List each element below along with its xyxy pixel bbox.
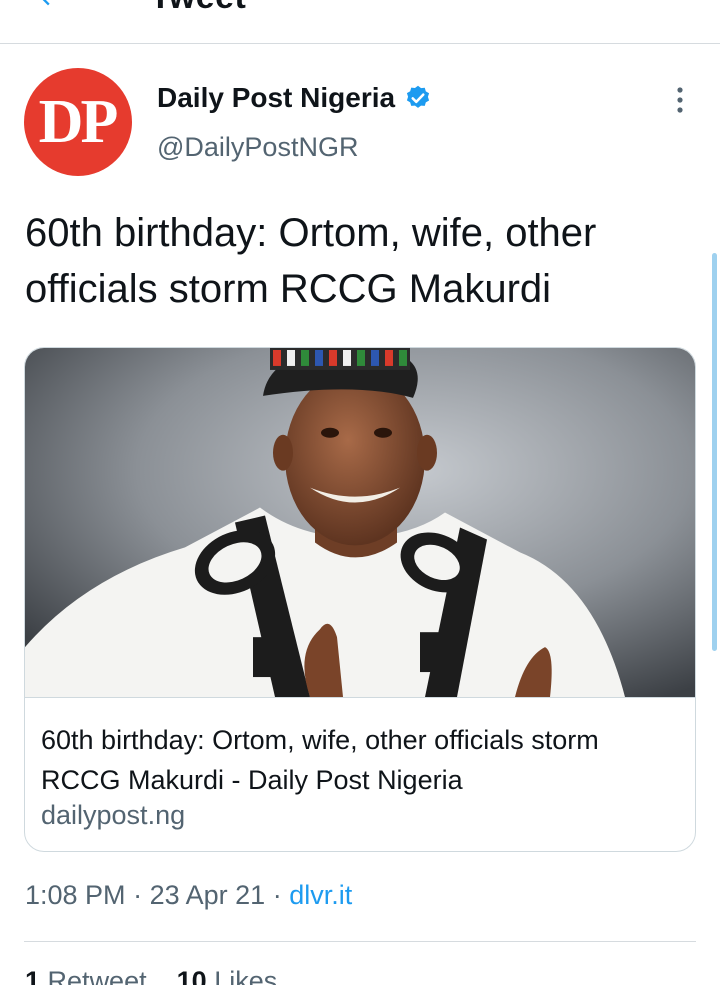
engagement-stats: 1 Retweet 10 Likes	[25, 966, 277, 985]
scrollbar[interactable]	[712, 253, 717, 651]
avatar[interactable]: DP	[24, 68, 132, 176]
tweet-metadata: 1:08 PM · 23 Apr 21 · dlvr.it	[25, 880, 352, 911]
divider	[24, 941, 696, 942]
retweets-label: Retweet	[47, 966, 147, 985]
tweet-time: 1:08 PM	[25, 880, 126, 910]
tweet-text: 60th birthday: Ortom, wife, other offici…	[25, 211, 597, 311]
retweets-count: 1	[25, 966, 41, 985]
avatar-logo-text: DP	[38, 87, 119, 156]
meta-separator: ·	[133, 880, 143, 910]
retweets-stat[interactable]: 1 Retweet	[25, 966, 147, 985]
card-photo	[25, 348, 695, 698]
verified-badge-icon	[406, 85, 430, 108]
more-vertical-icon[interactable]	[672, 86, 688, 116]
meta-separator: ·	[272, 880, 282, 910]
likes-stat[interactable]: 10 Likes	[177, 966, 278, 985]
likes-label: Likes	[214, 966, 278, 985]
tweet-source-link[interactable]: dlvr.it	[289, 880, 352, 910]
card-domain: dailypost.ng	[41, 800, 186, 830]
author-handle[interactable]: @DailyPostNGR	[157, 132, 358, 163]
card-title: 60th birthday: Ortom, wife, other offici…	[41, 725, 599, 795]
author-name[interactable]: Daily Post Nigeria	[157, 82, 395, 114]
page-title: Tweet	[150, 0, 246, 17]
tweet-date: 23 Apr 21	[149, 880, 266, 910]
top-bar: Tweet	[0, 0, 720, 44]
arrow-left-icon[interactable]	[34, 0, 62, 10]
link-card[interactable]: 60th birthday: Ortom, wife, other offici…	[24, 347, 696, 852]
likes-count: 10	[176, 966, 207, 985]
